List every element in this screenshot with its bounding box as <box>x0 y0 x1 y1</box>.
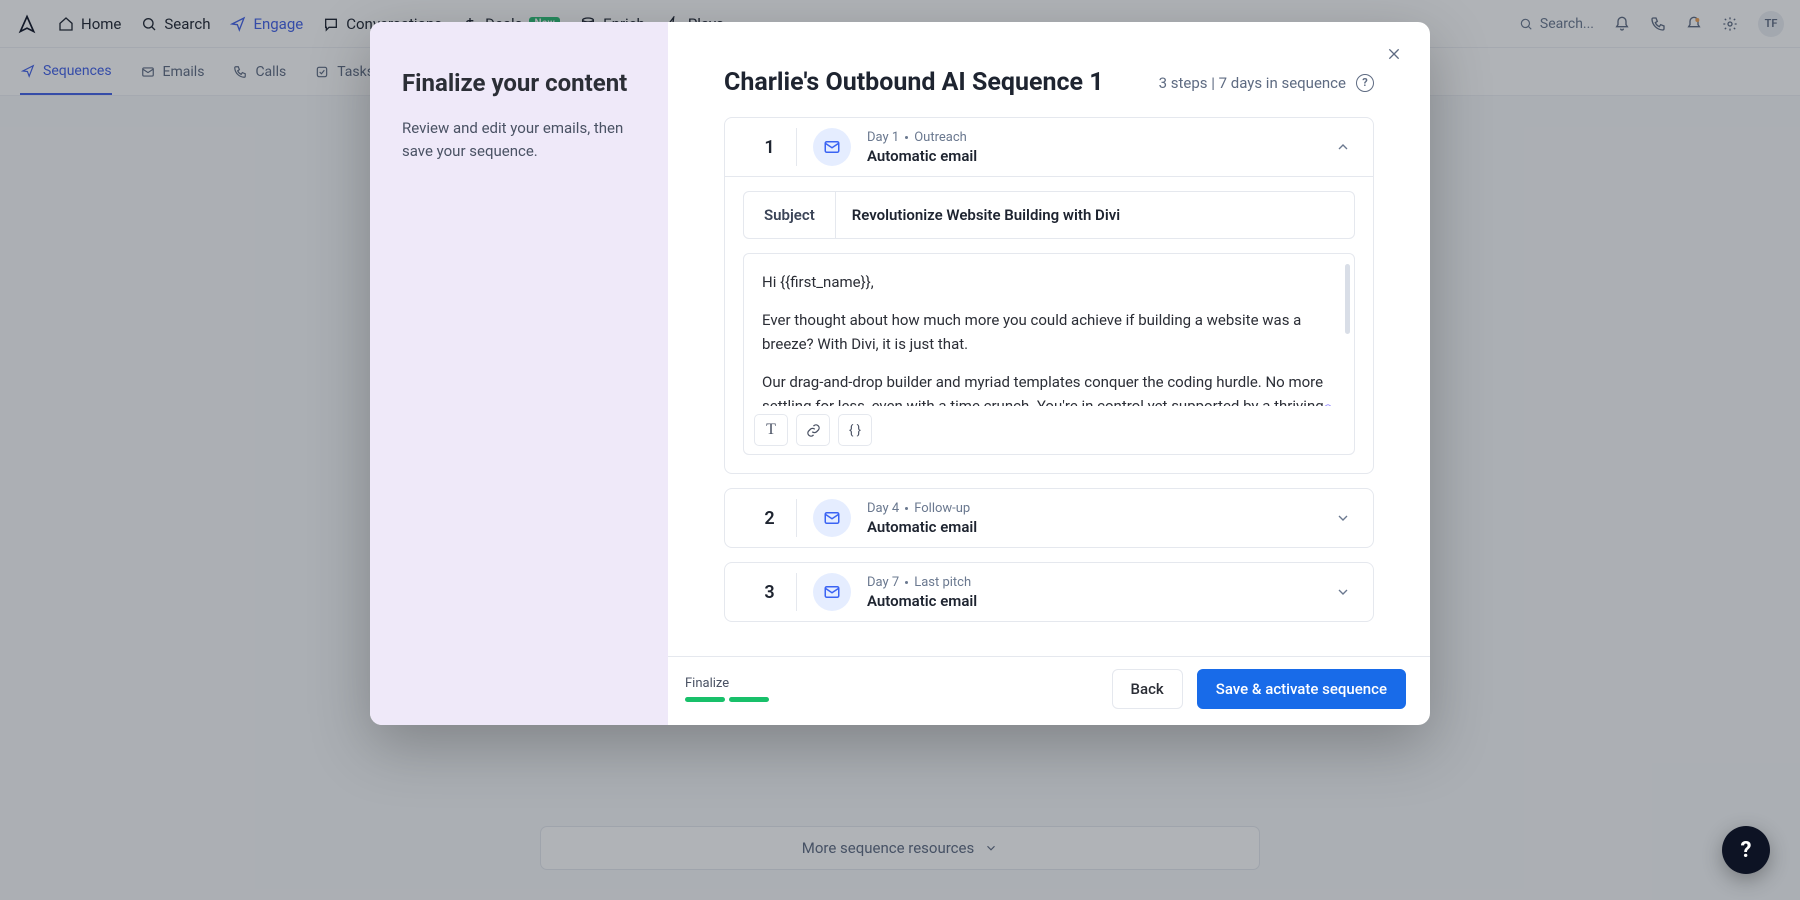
scrollbar[interactable] <box>1345 264 1350 334</box>
sidebar-title: Finalize your content <box>402 68 636 99</box>
email-line: Our drag-and-drop builder and myriad tem… <box>762 370 1336 406</box>
step-body: Subject Revolutionize Website Building w… <box>725 176 1373 473</box>
step-number: 1 <box>743 128 797 166</box>
subject-input[interactable]: Revolutionize Website Building with Divi <box>836 192 1354 238</box>
step-title: Automatic email <box>867 518 1335 536</box>
close-icon <box>1386 46 1402 62</box>
email-body[interactable]: Hi {{first_name}}, Ever thought about ho… <box>744 254 1354 406</box>
mail-icon <box>813 128 851 166</box>
email-line: Hi {{first_name}}, <box>762 270 1336 294</box>
progress-indicator <box>685 697 769 702</box>
step-kind: Follow-up <box>914 501 970 516</box>
step-card-3: 3 Day 7 Last pitch Automatic email <box>724 562 1374 622</box>
modal-overlay: Finalize your content Review and edit yo… <box>0 0 1800 900</box>
step-header[interactable]: 3 Day 7 Last pitch Automatic email <box>725 563 1373 621</box>
sidebar-subtitle: Review and edit your emails, then save y… <box>402 117 636 164</box>
step-title: Automatic email <box>867 147 1335 165</box>
save-activate-button[interactable]: Save & activate sequence <box>1197 669 1406 709</box>
mail-icon <box>813 573 851 611</box>
chevron-up-icon <box>1335 139 1355 155</box>
modal-sidebar: Finalize your content Review and edit yo… <box>370 22 668 725</box>
help-icon[interactable]: ? <box>1356 74 1374 92</box>
step-kind: Outreach <box>914 130 967 145</box>
step-day: Day 4 <box>867 501 899 516</box>
step-day: Day 1 <box>867 130 899 145</box>
insert-variable-button[interactable]: { } <box>838 414 872 446</box>
insert-link-button[interactable] <box>796 414 830 446</box>
subject-row: Subject Revolutionize Website Building w… <box>743 191 1355 239</box>
chevron-down-icon <box>1335 510 1355 526</box>
stage-label: Finalize <box>685 676 769 691</box>
subject-label: Subject <box>744 192 836 238</box>
step-card-1: 1 Day 1 Outreach Automatic email <box>724 117 1374 474</box>
format-text-button[interactable]: T <box>754 414 788 446</box>
step-number: 2 <box>743 499 797 537</box>
step-kind: Last pitch <box>914 575 971 590</box>
help-fab[interactable]: ? <box>1722 826 1770 874</box>
sequence-meta: 3 steps | 7 days in sequence ? <box>1159 74 1374 92</box>
step-title: Automatic email <box>867 592 1335 610</box>
close-button[interactable] <box>1380 40 1408 68</box>
step-header[interactable]: 1 Day 1 Outreach Automatic email <box>725 118 1373 176</box>
sequence-steps-summary: 3 steps | 7 days in sequence <box>1159 74 1346 92</box>
modal-content: Charlie's Outbound AI Sequence 1 3 steps… <box>668 22 1430 725</box>
step-day: Day 7 <box>867 575 899 590</box>
modal-footer: Finalize Back Save & activate sequence <box>668 656 1430 725</box>
step-header[interactable]: 2 Day 4 Follow-up Automatic email <box>725 489 1373 547</box>
email-line: Ever thought about how much more you cou… <box>762 308 1336 356</box>
back-button[interactable]: Back <box>1112 669 1183 709</box>
mail-icon <box>813 499 851 537</box>
editor-toolbar: T { } <box>744 406 1354 454</box>
step-number: 3 <box>743 573 797 611</box>
step-card-2: 2 Day 4 Follow-up Automatic email <box>724 488 1374 548</box>
finalize-modal: Finalize your content Review and edit yo… <box>370 22 1430 725</box>
chevron-down-icon <box>1335 584 1355 600</box>
sequence-title: Charlie's Outbound AI Sequence 1 <box>724 68 1104 97</box>
email-editor: Hi {{first_name}}, Ever thought about ho… <box>743 253 1355 455</box>
